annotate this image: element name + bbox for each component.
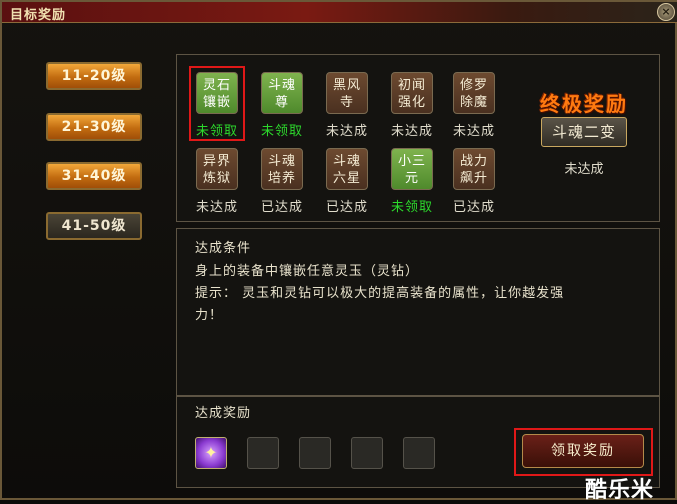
selected-task-highlight	[189, 66, 245, 141]
task-status: 未达成	[195, 200, 238, 215]
task-status: 未达成	[452, 124, 495, 139]
task-xiuluo-chumo[interactable]: 修罗 除魔 未达成	[448, 72, 500, 139]
reward-slot-empty	[299, 437, 331, 469]
task-icon[interactable]: 斗魂尊	[261, 72, 303, 114]
gem-icon: ✦	[204, 443, 218, 462]
condition-text: 身上的装备中镶嵌任意灵玉（灵钻）	[195, 264, 420, 279]
task-xiao-sanyuan[interactable]: 小三元 未领取	[386, 148, 438, 215]
task-chuwen-qianghua[interactable]: 初闻 强化 未达成	[386, 72, 438, 139]
task-douhun-zun[interactable]: 斗魂尊 未领取	[256, 72, 308, 139]
task-zhanli-biaosheng[interactable]: 战力 飙升 已达成	[448, 148, 500, 215]
task-icon[interactable]: 异界 炼狱	[196, 148, 238, 190]
final-reward-status: 未达成	[564, 162, 604, 177]
task-icon[interactable]: 黑风寺	[326, 72, 368, 114]
task-heifeng-si[interactable]: 黑风寺 未达成	[321, 72, 373, 139]
target-reward-window: 目标奖励 × 11-20级 21-30级 31-40级 41-50级 灵石 镶嵌 …	[0, 0, 677, 503]
task-status: 已达成	[325, 200, 368, 215]
task-status: 未达成	[325, 124, 368, 139]
close-icon[interactable]: ×	[657, 3, 675, 21]
task-icon[interactable]: 小三元	[391, 148, 433, 190]
condition-tip: 提示： 灵玉和灵钻可以极大的提高装备的属性，让你越发强	[195, 286, 565, 301]
watermark: 酷乐米	[585, 478, 655, 503]
rewards-title: 达成奖励	[195, 406, 252, 421]
reward-item-slot[interactable]: ✦	[195, 437, 227, 469]
level-tab-11-20[interactable]: 11-20级	[46, 62, 142, 90]
task-status: 已达成	[260, 200, 303, 215]
task-icon[interactable]: 战力 飙升	[453, 148, 495, 190]
task-douhun-peiyang[interactable]: 斗魂 培养 已达成	[256, 148, 308, 215]
task-icon[interactable]: 斗魂 培养	[261, 148, 303, 190]
task-yijie-lianyu[interactable]: 异界 炼狱 未达成	[191, 148, 243, 215]
final-reward-name[interactable]: 斗魂二变	[541, 117, 627, 147]
task-icon[interactable]: 斗魂 六星	[326, 148, 368, 190]
task-status: 未领取	[390, 200, 433, 215]
reward-slot-empty	[247, 437, 279, 469]
reward-slot-empty	[351, 437, 383, 469]
level-tab-41-50[interactable]: 41-50级	[46, 212, 142, 240]
title-bar[interactable]: 目标奖励 ×	[2, 2, 677, 23]
level-tab-31-40[interactable]: 31-40级	[46, 162, 142, 190]
claim-button-highlight	[514, 428, 653, 476]
conditions-title: 达成条件	[195, 241, 252, 256]
task-douhun-liuxing[interactable]: 斗魂 六星 已达成	[321, 148, 373, 215]
level-tab-21-30[interactable]: 21-30级	[46, 113, 142, 141]
reward-slot-empty	[403, 437, 435, 469]
condition-tip-continued: 力！	[195, 308, 224, 323]
task-status: 未达成	[390, 124, 433, 139]
final-reward-title: 终极奖励	[540, 92, 628, 116]
window-title: 目标奖励	[10, 8, 67, 23]
task-icon[interactable]: 修罗 除魔	[453, 72, 495, 114]
task-status: 已达成	[452, 200, 495, 215]
task-status: 未领取	[260, 124, 303, 139]
task-icon[interactable]: 初闻 强化	[391, 72, 433, 114]
